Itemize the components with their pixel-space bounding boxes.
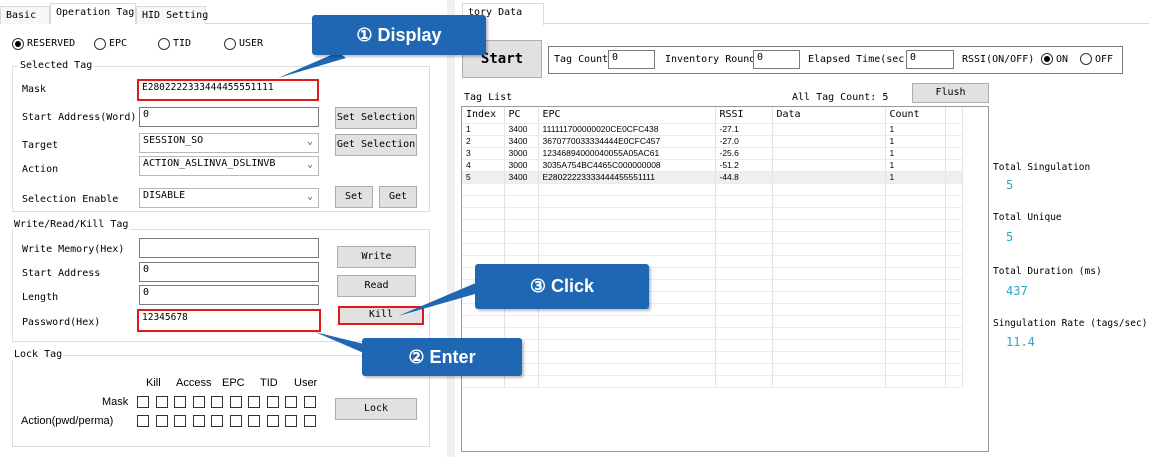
callout-enter-text: ② Enter — [408, 347, 476, 367]
display-arrow-icon — [278, 52, 346, 78]
callout-display-text: ① Display — [356, 25, 442, 45]
callout-enter: ② Enter — [362, 338, 522, 376]
callout-display: ① Display — [312, 15, 486, 55]
click-arrow-icon — [398, 282, 482, 316]
callout-click-text: ③ Click — [529, 276, 595, 296]
callout-click: ③ Click — [475, 264, 649, 309]
annotation-arrows — [278, 52, 482, 354]
